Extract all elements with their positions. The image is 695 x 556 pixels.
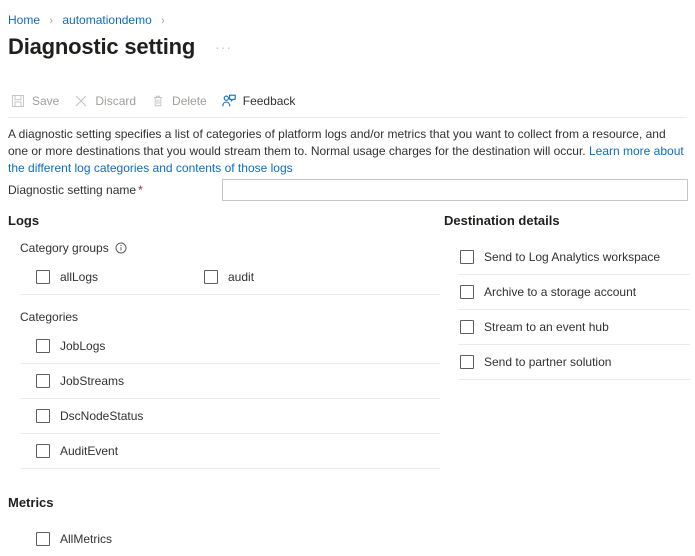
category-groups-label: Category groups — [20, 240, 440, 256]
checkbox-label: DscNodeStatus — [60, 408, 143, 424]
breadcrumb: Home › automationdemo › — [8, 12, 171, 29]
checkbox-stream-to-an-event-hub[interactable]: Stream to an event hub — [444, 310, 690, 344]
breadcrumb-item-home[interactable]: Home — [8, 13, 40, 27]
breadcrumb-item-automationdemo[interactable]: automationdemo — [62, 13, 151, 27]
checkbox-box[interactable] — [36, 339, 50, 353]
checkbox-send-to-partner-solution[interactable]: Send to partner solution — [444, 345, 690, 379]
info-icon[interactable] — [115, 242, 127, 254]
checkbox-box[interactable] — [204, 270, 218, 284]
checkbox-box[interactable] — [36, 444, 50, 458]
breadcrumb-separator-icon: › — [161, 15, 165, 27]
command-bar: Save Discard Delete Feedback — [10, 88, 309, 114]
discard-label: Discard — [95, 93, 136, 109]
feedback-button[interactable]: Feedback — [221, 88, 296, 114]
checkbox-box[interactable] — [36, 409, 50, 423]
diagnostic-setting-name-label: Diagnostic setting name* — [8, 182, 143, 198]
checkbox-label: JobLogs — [60, 338, 105, 354]
breadcrumb-separator-icon: › — [49, 15, 53, 27]
checkbox-label: Send to Log Analytics workspace — [484, 249, 660, 265]
checkbox-box[interactable] — [460, 355, 474, 369]
checkbox-box[interactable] — [460, 320, 474, 334]
checkbox-box[interactable] — [460, 285, 474, 299]
checkbox-label: Send to partner solution — [484, 354, 611, 370]
checkbox-AllMetrics[interactable]: AllMetrics — [8, 522, 440, 556]
close-icon — [73, 93, 89, 109]
checkbox-label: allLogs — [60, 269, 98, 285]
section-divider — [458, 379, 690, 380]
save-icon — [10, 93, 26, 109]
categories-label: Categories — [20, 309, 440, 325]
checkbox-label: AuditEvent — [60, 443, 118, 459]
checkbox-label: audit — [228, 269, 254, 285]
destination-details-section: Destination details Send to Log Analytic… — [444, 212, 690, 380]
diagnostic-setting-name-input[interactable] — [222, 179, 688, 201]
checkbox-JobStreams[interactable]: JobStreams — [8, 364, 440, 398]
section-divider — [20, 468, 440, 469]
checkbox-box[interactable] — [36, 532, 50, 546]
categories-text: Categories — [20, 309, 78, 325]
checkbox-box[interactable] — [36, 270, 50, 284]
destination-details-heading: Destination details — [444, 212, 690, 230]
metrics-heading: Metrics — [8, 494, 440, 512]
feedback-icon — [221, 93, 237, 109]
category-group-row: allLogs audit — [8, 260, 440, 294]
command-bar-divider — [8, 117, 687, 118]
more-options-icon[interactable]: ··· — [211, 37, 236, 57]
checkbox-audit[interactable]: audit — [204, 269, 254, 285]
checkbox-DscNodeStatus[interactable]: DscNodeStatus — [8, 399, 440, 433]
discard-button[interactable]: Discard — [73, 88, 136, 114]
checkbox-box[interactable] — [460, 250, 474, 264]
required-marker: * — [138, 183, 143, 197]
feedback-label: Feedback — [243, 93, 296, 109]
diagnostic-setting-name-row: Diagnostic setting name* — [8, 179, 690, 203]
save-label: Save — [32, 93, 59, 109]
checkbox-label: AllMetrics — [60, 531, 112, 547]
description-body: A diagnostic setting specifies a list of… — [8, 127, 666, 158]
delete-label: Delete — [172, 93, 207, 109]
checkbox-allLogs[interactable]: allLogs — [8, 269, 204, 285]
save-button[interactable]: Save — [10, 88, 59, 114]
section-divider — [20, 294, 440, 295]
description-text: A diagnostic setting specifies a list of… — [8, 126, 687, 177]
checkbox-label: JobStreams — [60, 373, 124, 389]
checkbox-label: Archive to a storage account — [484, 284, 636, 300]
delete-button[interactable]: Delete — [150, 88, 207, 114]
checkbox-label: Stream to an event hub — [484, 319, 609, 335]
checkbox-box[interactable] — [36, 374, 50, 388]
trash-icon — [150, 93, 166, 109]
category-groups-text: Category groups — [20, 240, 109, 256]
logs-section: Logs Category groups allLogs audit Categ… — [8, 212, 440, 469]
checkbox-archive-to-a-storage-account[interactable]: Archive to a storage account — [444, 275, 690, 309]
checkbox-JobLogs[interactable]: JobLogs — [8, 329, 440, 363]
checkbox-send-to-log-analytics-workspace[interactable]: Send to Log Analytics workspace — [444, 240, 690, 274]
metrics-section: Metrics AllMetrics — [8, 494, 440, 556]
page-header: Diagnostic setting ··· — [8, 33, 236, 61]
checkbox-AuditEvent[interactable]: AuditEvent — [8, 434, 440, 468]
name-label-text: Diagnostic setting name — [8, 183, 136, 197]
logs-heading: Logs — [8, 212, 440, 230]
page-title: Diagnostic setting — [8, 33, 195, 61]
